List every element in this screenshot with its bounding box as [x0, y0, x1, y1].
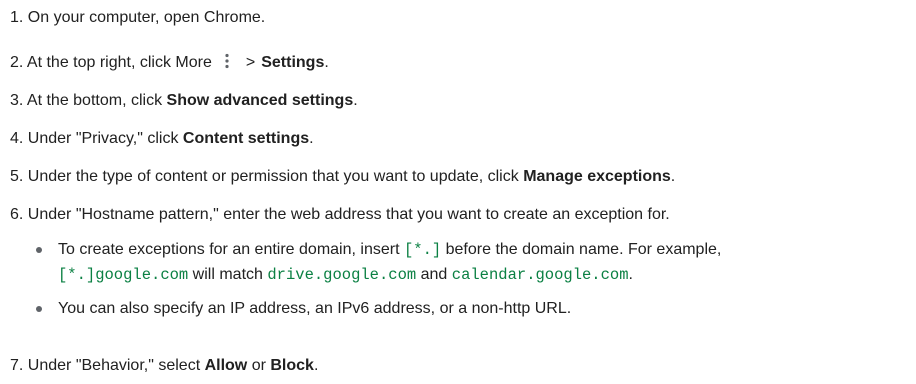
step-3: 3. At the bottom, click Show advanced se…	[10, 92, 358, 109]
chevron-right-icon: >	[245, 54, 256, 71]
step-number: 6.	[10, 206, 24, 223]
step-text: Under "Privacy," click	[27, 130, 183, 147]
bullet-1-line-2: [*.]google.com will match drive.google.c…	[58, 266, 633, 284]
step-number: 2.	[10, 54, 24, 71]
code-drive-domain: drive.google.com	[267, 266, 417, 284]
bullet-2: You can also specify an IP address, an I…	[58, 300, 572, 317]
bullet-1-line-1: To create exceptions for an entire domai…	[58, 241, 722, 259]
step-6: 6. Under "Hostname pattern," enter the w…	[10, 205, 670, 225]
code-example-domain: [*.]google.com	[58, 266, 189, 284]
step-text: On your computer, open Chrome.	[27, 9, 266, 26]
step-number: 1.	[10, 9, 24, 26]
step-number: 4.	[10, 130, 24, 147]
bullet-dot	[36, 247, 42, 253]
step-2: 2. At the top right, click More > Settings…	[10, 52, 329, 71]
step-text: Under the type of content or permission …	[27, 168, 524, 185]
step-number: 5.	[10, 168, 24, 185]
settings-label: Settings	[261, 54, 325, 71]
manage-exceptions-label: Manage exceptions	[523, 168, 671, 185]
step-number: 7.	[10, 357, 24, 374]
step-5: 5. Under the type of content or permissi…	[10, 168, 676, 185]
step-number: 3.	[10, 92, 24, 109]
step-text: At the bottom, click	[26, 92, 167, 109]
more-vert-icon	[218, 52, 236, 70]
code-calendar-domain: calendar.google.com	[451, 266, 629, 284]
bullet-dot	[36, 306, 42, 312]
step-text: Under "Hostname pattern," enter the web …	[27, 206, 670, 223]
allow-label: Allow	[204, 357, 248, 374]
step-text: Under "Behavior," select	[27, 357, 205, 374]
step-1: 1. On your computer, open Chrome.	[10, 8, 265, 28]
code-wildcard: [*.]	[403, 241, 442, 259]
show-advanced-settings-label: Show advanced settings	[166, 92, 354, 109]
step-7: 7. Under "Behavior," select Allow or Blo…	[10, 357, 319, 374]
step-4: 4. Under "Privacy," click Content settin…	[10, 130, 314, 147]
step-text: At the top right, click More	[26, 54, 212, 71]
block-label: Block	[270, 357, 314, 374]
content-settings-label: Content settings	[182, 130, 310, 147]
